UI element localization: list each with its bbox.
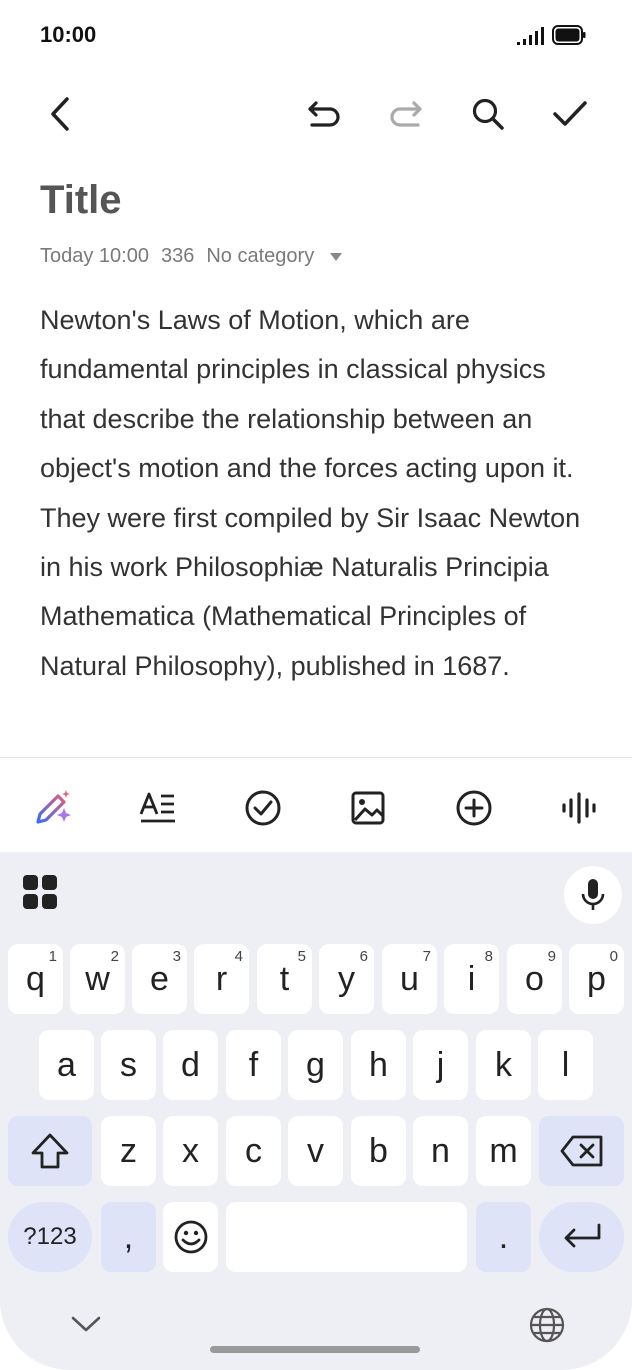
redo-icon — [390, 101, 422, 127]
key-a[interactable]: a — [39, 1030, 94, 1100]
note-title[interactable]: Title — [40, 178, 122, 223]
key-b[interactable]: b — [351, 1116, 406, 1186]
symbols-key[interactable]: ?123 — [8, 1202, 92, 1272]
audio-icon — [562, 792, 596, 824]
ai-pen-icon — [36, 790, 71, 824]
key-z[interactable]: z — [101, 1116, 156, 1186]
key-x[interactable]: x — [163, 1116, 218, 1186]
key-s[interactable]: s — [101, 1030, 156, 1100]
comma-key[interactable]: , — [101, 1202, 156, 1272]
redo-button[interactable] — [380, 88, 432, 140]
key-d[interactable]: d — [163, 1030, 218, 1100]
enter-icon — [564, 1223, 600, 1248]
space-key[interactable] — [226, 1202, 467, 1272]
undo-button[interactable] — [298, 88, 350, 140]
checklist-button[interactable] — [237, 782, 289, 834]
search-button[interactable] — [462, 88, 514, 140]
hide-keyboard-icon[interactable] — [70, 1314, 102, 1334]
mic-icon — [581, 879, 605, 910]
ai-assist-button[interactable] — [26, 782, 78, 834]
key-o[interactable]: o9 — [507, 944, 562, 1014]
signal-icon — [517, 27, 544, 45]
insert-image-button[interactable] — [342, 782, 394, 834]
keyboard: q1 w2 e3 r4 t5 y6 u7 i8 o9 p0 a s d f g … — [0, 852, 632, 1370]
text-format-icon — [139, 792, 175, 823]
audio-button[interactable] — [553, 782, 605, 834]
key-m[interactable]: m — [476, 1116, 531, 1186]
key-f[interactable]: f — [226, 1030, 281, 1100]
status-time: 10:00 — [40, 22, 97, 47]
key-y[interactable]: y6 — [319, 944, 374, 1014]
apps-grid-icon[interactable] — [22, 874, 58, 910]
shift-icon — [31, 1133, 69, 1169]
checklist-icon — [245, 790, 281, 826]
key-t[interactable]: t5 — [257, 944, 312, 1014]
divider — [0, 757, 632, 758]
search-icon — [472, 98, 504, 130]
battery-icon — [552, 25, 586, 45]
key-k[interactable]: k — [476, 1030, 531, 1100]
enter-key[interactable] — [539, 1202, 624, 1272]
shift-key[interactable] — [8, 1116, 92, 1186]
globe-icon[interactable] — [528, 1306, 566, 1344]
format-bar — [0, 768, 632, 844]
key-v[interactable]: v — [288, 1116, 343, 1186]
note-date: Today 10:00 — [40, 245, 149, 267]
key-j[interactable]: j — [413, 1030, 468, 1100]
back-button[interactable] — [34, 88, 86, 140]
key-l[interactable]: l — [538, 1030, 593, 1100]
done-button[interactable] — [544, 88, 596, 140]
check-icon — [553, 101, 587, 126]
key-c[interactable]: c — [226, 1116, 281, 1186]
category-label: No category — [206, 245, 315, 267]
home-indicator — [210, 1346, 420, 1353]
key-e[interactable]: e3 — [132, 944, 187, 1014]
key-r[interactable]: r4 — [194, 944, 249, 1014]
emoji-icon — [174, 1220, 207, 1254]
key-p[interactable]: p0 — [569, 944, 624, 1014]
status-bar: 10:00 — [0, 0, 632, 72]
note-char-count: 336 — [160, 245, 195, 267]
add-button[interactable] — [448, 782, 500, 834]
key-u[interactable]: u7 — [382, 944, 437, 1014]
chevron-down-icon — [330, 252, 343, 261]
editor-toolbar — [0, 80, 632, 146]
undo-icon — [308, 101, 340, 127]
backspace-key[interactable] — [539, 1116, 624, 1186]
voice-input-button[interactable] — [564, 866, 622, 924]
key-q[interactable]: q1 — [8, 944, 63, 1014]
key-w[interactable]: w2 — [70, 944, 125, 1014]
add-icon — [456, 790, 492, 826]
emoji-key[interactable] — [163, 1202, 218, 1272]
backspace-icon — [560, 1135, 602, 1167]
back-icon — [51, 97, 69, 131]
period-key[interactable]: . — [476, 1202, 531, 1272]
image-icon — [351, 791, 385, 825]
key-n[interactable]: n — [413, 1116, 468, 1186]
note-body[interactable]: Newton's Laws of Motion, which are funda… — [40, 296, 596, 691]
text-format-button[interactable] — [132, 782, 184, 834]
key-g[interactable]: g — [288, 1030, 343, 1100]
key-i[interactable]: i8 — [444, 944, 499, 1014]
note-meta: Today 10:00 336 No category — [40, 245, 354, 268]
key-h[interactable]: h — [351, 1030, 406, 1100]
category-selector[interactable]: No category — [206, 245, 343, 267]
